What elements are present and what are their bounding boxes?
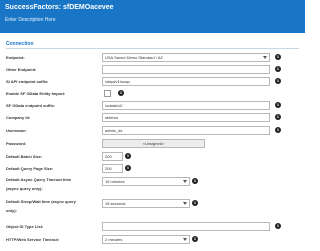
si-api-suffix-label: SI API endpoint suffix: xyxy=(6,79,49,84)
si-api-suffix-info-icon[interactable]: i xyxy=(275,78,281,84)
username-field[interactable]: admin_ds xyxy=(102,126,270,135)
password-label: Password: xyxy=(6,141,27,146)
enable-odata-checkbox[interactable] xyxy=(104,90,111,97)
async-timeout-info-icon[interactable]: i xyxy=(192,178,198,184)
app-title: SuccessFactors: sfDEMOacevee xyxy=(5,4,114,11)
query-page-size-info-icon[interactable]: i xyxy=(125,165,131,171)
odata-suffix-label: SF OData endpoint suffix: xyxy=(6,103,56,108)
query-page-size-field[interactable]: 200 xyxy=(102,164,123,173)
app-header: SuccessFactors: sfDEMOacevee Enter Descr… xyxy=(0,0,305,33)
batch-size-label: Default Batch Size: xyxy=(6,154,43,159)
sleep-wait-info-icon[interactable]: i xyxy=(192,200,198,206)
sleep-wait-label: Default Sleep/Wait time (async query xyxy=(6,199,76,204)
async-timeout-select[interactable]: 15 minutes xyxy=(102,177,190,186)
odata-suffix-field[interactable]: /odata/v2/ xyxy=(102,101,270,110)
endpoint-label: Endpoint: xyxy=(6,55,25,60)
batch-size-field[interactable]: 200 xyxy=(102,152,123,161)
endpoint-select[interactable]: USA Saved Demo Standard \ AZ xyxy=(102,53,270,62)
username-label: Username: xyxy=(6,128,27,133)
object-id-type-label: Object ID Type List: xyxy=(6,224,44,229)
company-id-info-icon[interactable]: i xyxy=(275,114,281,120)
sleep-wait-select[interactable]: 15 seconds xyxy=(102,199,190,208)
other-endpoint-label: Other Endpoint: xyxy=(6,67,37,72)
enable-odata-info-icon[interactable]: i xyxy=(118,90,124,96)
endpoint-info-icon[interactable]: i xyxy=(275,54,281,60)
http-timeout-info-icon[interactable]: i xyxy=(192,236,198,242)
odata-suffix-info-icon[interactable]: i xyxy=(275,102,281,108)
batch-size-info-icon[interactable]: i xyxy=(125,153,131,159)
object-id-type-info-icon[interactable]: i xyxy=(275,223,281,229)
other-endpoint-info-icon[interactable]: i xyxy=(275,66,281,72)
description-text[interactable]: Enter Description Here xyxy=(5,17,56,23)
company-id-field[interactable]: sfdemo xyxy=(102,113,270,122)
http-timeout-label: HTTP/Web Service Timeout: xyxy=(6,237,60,242)
async-timeout-label: Default Async Query Timeout time xyxy=(6,177,72,182)
other-endpoint-field[interactable] xyxy=(102,65,270,74)
query-page-size-label: Default Query Page Size: xyxy=(6,166,54,171)
http-timeout-select[interactable]: 2 minutes xyxy=(102,235,190,244)
async-timeout-label-line2: (async query only): xyxy=(6,186,43,191)
object-id-type-field[interactable] xyxy=(102,222,270,231)
section-title-connection: Connection xyxy=(6,41,34,47)
enable-odata-label: Enable SF OData Entity Import: xyxy=(6,91,66,96)
username-info-icon[interactable]: i xyxy=(275,127,281,133)
si-api-suffix-field[interactable]: /sfapi/v1/soap xyxy=(102,77,270,86)
section-divider xyxy=(6,48,299,49)
sleep-wait-label-line2: only): xyxy=(6,208,17,213)
company-id-label: Company Id: xyxy=(6,115,31,120)
password-button[interactable]: <Unsigned> xyxy=(102,139,205,148)
